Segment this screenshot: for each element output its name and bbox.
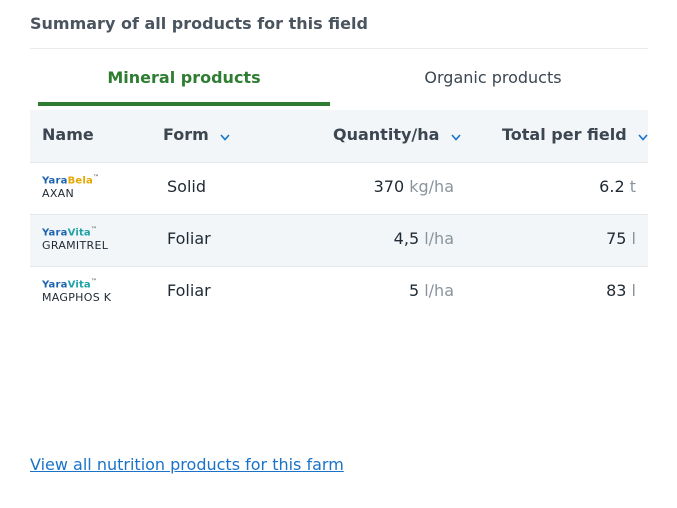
tab-mineral-products[interactable]: Mineral products	[38, 56, 330, 106]
brand-logo: YaraVita™	[42, 226, 98, 239]
form-cell: Solid	[167, 177, 206, 196]
column-header-total[interactable]: Total per field	[502, 110, 648, 162]
total-cell: 83 l	[606, 281, 636, 300]
quantity-cell: 370 kg/ha	[373, 177, 454, 196]
column-header-quantity[interactable]: Quantity/ha	[333, 110, 461, 162]
section-title: Summary of all products for this field	[30, 14, 368, 33]
product-tabs: Mineral products Organic products	[30, 56, 648, 108]
column-header-form[interactable]: Form	[163, 110, 231, 162]
brand-logo: YaraVita™	[42, 278, 98, 291]
tab-organic-products[interactable]: Organic products	[354, 56, 632, 106]
sort-caret-icon	[451, 111, 461, 161]
quantity-cell: 4,5 l/ha	[393, 229, 454, 248]
column-label: Quantity/ha	[333, 125, 440, 144]
product-name: AXAN	[42, 187, 75, 201]
brand-logo: YaraBela™	[42, 174, 100, 187]
form-cell: Foliar	[167, 229, 211, 248]
column-label: Name	[42, 125, 94, 144]
column-header-name: Name	[42, 110, 94, 162]
total-cell: 6.2 t	[599, 177, 636, 196]
product-name-cell: YaraVita™ MAGPHOS K	[42, 278, 112, 305]
sort-caret-icon	[638, 111, 648, 161]
divider	[30, 48, 648, 49]
product-name: GRAMITREL	[42, 239, 109, 253]
tab-label: Mineral products	[107, 68, 261, 87]
column-label: Form	[163, 125, 209, 144]
sort-caret-icon	[220, 111, 231, 161]
table-row: YaraVita™ GRAMITREL Foliar 4,5 l/ha 75 l	[30, 214, 648, 266]
form-cell: Foliar	[167, 281, 211, 300]
products-table: Name Form Quantity/ha Total per field Ya…	[30, 110, 648, 318]
active-tab-indicator	[38, 102, 330, 106]
table-row: YaraBela™ AXAN Solid 370 kg/ha 6.2 t	[30, 162, 648, 214]
tab-label: Organic products	[424, 68, 562, 87]
product-name-cell: YaraVita™ GRAMITREL	[42, 226, 109, 253]
column-label: Total per field	[502, 125, 627, 144]
view-all-products-link[interactable]: View all nutrition products for this far…	[30, 455, 344, 474]
quantity-cell: 5 l/ha	[408, 281, 454, 300]
table-header: Name Form Quantity/ha Total per field	[30, 110, 648, 162]
product-name-cell: YaraBela™ AXAN	[42, 174, 100, 201]
product-name: MAGPHOS K	[42, 291, 112, 305]
table-row: YaraVita™ MAGPHOS K Foliar 5 l/ha 83 l	[30, 266, 648, 318]
total-cell: 75 l	[606, 229, 636, 248]
